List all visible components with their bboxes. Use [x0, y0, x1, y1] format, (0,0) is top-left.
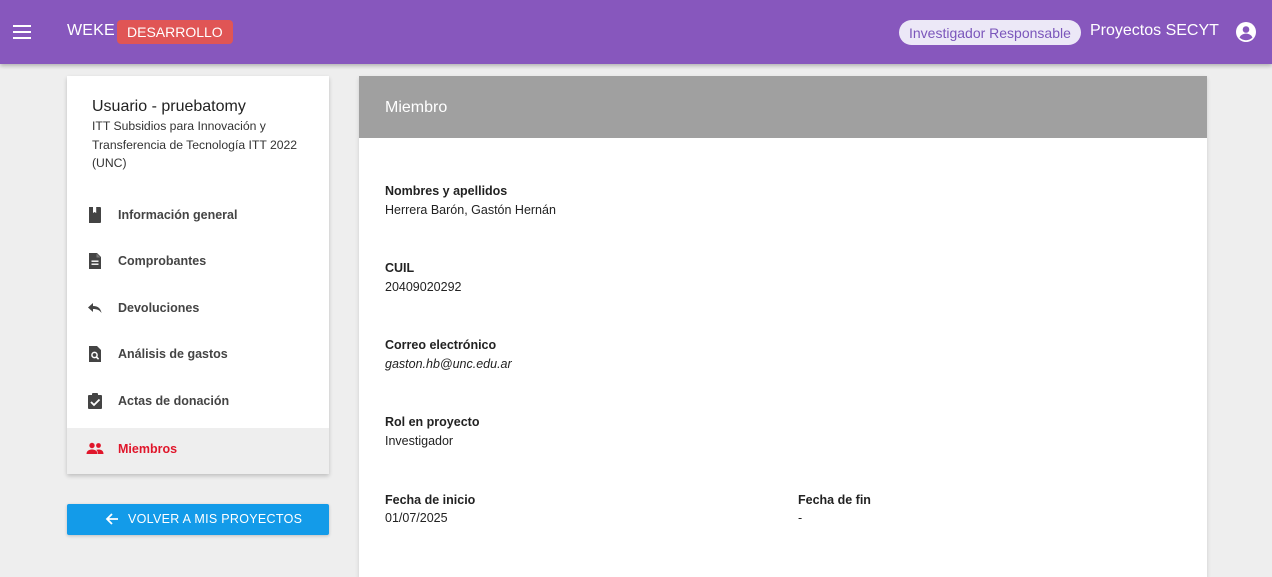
project-role-value: Investigador — [385, 434, 454, 448]
sidebar-item-informacion-general[interactable]: Información general — [67, 194, 329, 240]
sidebar-item-label: Análisis de gastos — [118, 347, 228, 361]
people-icon — [86, 440, 104, 458]
sidebar-item-comprobantes[interactable]: Comprobantes — [67, 240, 329, 286]
sidebar-item-devoluciones[interactable]: Devoluciones — [67, 287, 329, 333]
account-circle-icon[interactable] — [1235, 21, 1257, 43]
full-name-label: Nombres y apellidos — [385, 184, 508, 198]
sidebar-item-miembros[interactable]: Miembros — [67, 428, 329, 474]
end-date-label: Fecha de fin — [798, 493, 871, 507]
member-detail-card: Miembro Nombres y apellidos Herrera Baró… — [359, 76, 1207, 577]
email-label: Correo electrónico — [385, 338, 497, 352]
document-search-icon — [86, 345, 104, 363]
sidebar-item-label: Comprobantes — [118, 254, 207, 268]
sidebar-item-label: Miembros — [118, 442, 178, 456]
arrow-left-icon — [105, 512, 119, 526]
document-icon — [86, 252, 104, 270]
cuil-value: 20409020292 — [385, 280, 462, 294]
app-name: Proyectos SECYT — [1090, 22, 1219, 39]
back-to-projects-button[interactable]: VOLVER A MIS PROYECTOS — [67, 504, 329, 535]
end-date-value: - — [798, 511, 803, 525]
sidebar-title: Usuario - pruebatomy — [92, 98, 246, 115]
sidebar-item-label: Devoluciones — [118, 301, 200, 315]
clipboard-check-icon — [86, 392, 104, 410]
card-title: Miembro — [385, 99, 448, 116]
cuil-label: CUIL — [385, 261, 415, 275]
app-bar: WEKE DESARROLLO Investigador Responsable… — [0, 0, 1272, 64]
full-name-value: Herrera Barón, Gastón Hernán — [385, 203, 556, 217]
start-date-value: 01/07/2025 — [385, 511, 448, 525]
sidebar-item-label: Información general — [118, 208, 238, 222]
sidebar-item-analisis-de-gastos[interactable]: Análisis de gastos — [67, 333, 329, 379]
menu-icon[interactable] — [11, 20, 35, 44]
sidebar-item-actas-de-donacion[interactable]: Actas de donación — [67, 380, 329, 426]
project-role-label: Rol en proyecto — [385, 415, 480, 429]
card-header: Miembro — [359, 76, 1207, 138]
brand-name: WEKE — [67, 22, 115, 39]
email-value: gaston.hb@unc.edu.ar — [385, 357, 512, 371]
role-chip[interactable]: Investigador Responsable — [899, 20, 1081, 45]
book-icon — [86, 206, 104, 224]
sidebar-item-label: Actas de donación — [118, 394, 230, 408]
reply-icon — [86, 299, 104, 317]
back-button-label: VOLVER A MIS PROYECTOS — [128, 512, 303, 526]
project-sidebar: Usuario - pruebatomy ITT Subsidios para … — [67, 76, 329, 474]
start-date-label: Fecha de inicio — [385, 493, 476, 507]
sidebar-subtitle: ITT Subsidios para Innovación y Transfer… — [92, 119, 298, 170]
environment-badge: DESARROLLO — [117, 20, 233, 44]
